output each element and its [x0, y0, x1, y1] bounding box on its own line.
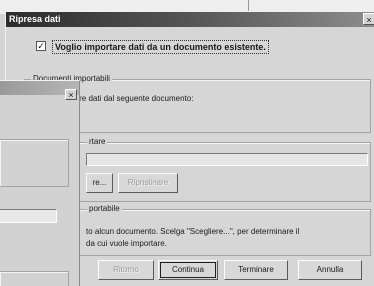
close-icon[interactable]: × [363, 13, 374, 25]
dialog-title: Ripresa dati [9, 14, 61, 24]
close-icon[interactable]: × [65, 89, 77, 100]
continue-button[interactable]: Continua [158, 260, 218, 280]
choose-button[interactable]: re... [86, 173, 113, 193]
info-text-line1: to alcun documento. Scelga "Scegliere...… [86, 227, 300, 236]
dialog-titlebar[interactable]: Ripresa dati × [6, 12, 374, 27]
finish-button[interactable]: Terminare [224, 260, 288, 280]
background-group-2 [0, 271, 69, 286]
info-text-line2: da cui vuole importare. [86, 239, 167, 248]
cancel-button[interactable]: Annulla [298, 260, 362, 280]
import-group-legend: rtare [87, 137, 108, 146]
info-group-legend: portabile [87, 204, 122, 213]
reset-button[interactable]: Ripristinare [118, 173, 178, 193]
back-button[interactable]: Ritorno [98, 260, 154, 280]
import-checkbox-label[interactable]: Voglio importare dati da un documento es… [52, 40, 269, 54]
selected-document-field[interactable] [86, 153, 368, 166]
background-group-1 [0, 139, 69, 187]
background-dialog: × [0, 80, 80, 286]
import-checkbox[interactable]: ✓ [36, 41, 46, 51]
background-field [0, 209, 57, 223]
